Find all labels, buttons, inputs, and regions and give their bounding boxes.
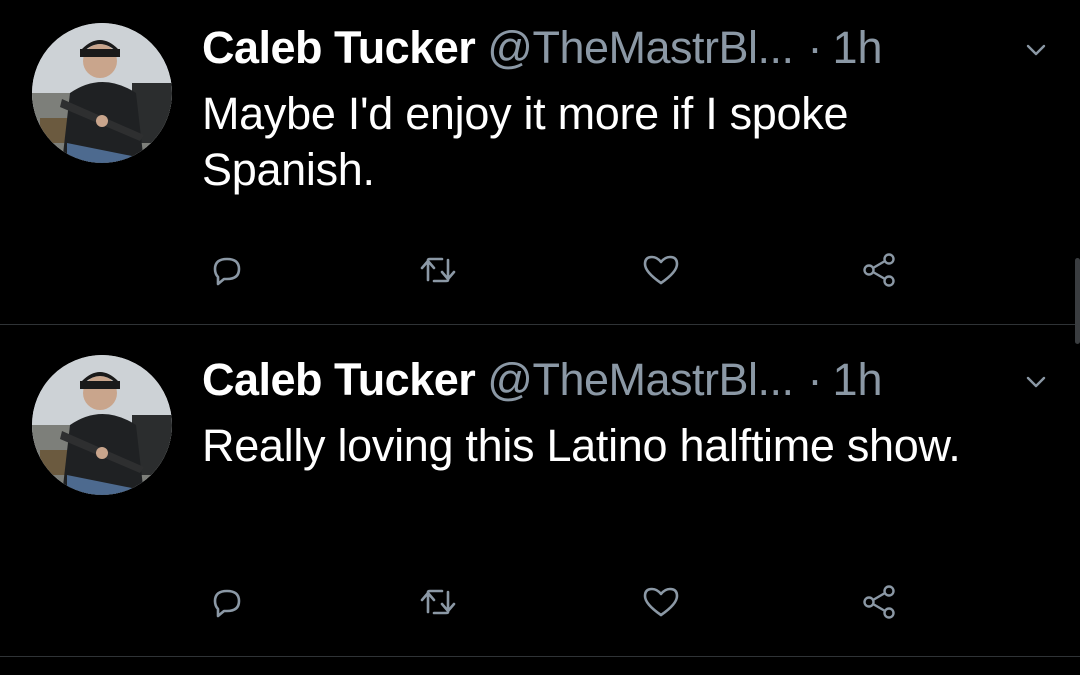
reply-button[interactable] [205, 584, 249, 624]
share-icon [857, 582, 901, 627]
like-button[interactable] [639, 584, 683, 624]
tweet-text: Really loving this Latino halftime show. [202, 420, 961, 471]
reply-icon [207, 250, 247, 295]
user-handle[interactable]: @TheMastrBl... [487, 22, 794, 74]
separator-dot: · [807, 354, 823, 405]
retweet-button[interactable] [416, 584, 460, 624]
share-icon [857, 250, 901, 295]
timestamp[interactable]: 1h [833, 354, 883, 406]
like-icon [639, 250, 683, 295]
tweet[interactable]: Caleb Tucker @TheMastrBl... · 1h Maybe I… [0, 0, 1080, 324]
reply-button[interactable] [205, 252, 249, 292]
avatar[interactable] [32, 23, 172, 163]
display-name[interactable]: Caleb Tucker [202, 354, 476, 406]
timestamp[interactable]: 1h [833, 22, 883, 74]
tweet-divider [0, 324, 1080, 325]
share-button[interactable] [857, 252, 901, 292]
separator-dot: · [807, 22, 823, 73]
like-button[interactable] [639, 252, 683, 292]
retweet-button[interactable] [416, 252, 460, 292]
chevron-down-icon[interactable] [1024, 38, 1048, 62]
avatar[interactable] [32, 355, 172, 495]
tweet-header: Caleb Tucker @TheMastrBl... · 1h [202, 22, 883, 74]
tweet-text: Maybe I'd enjoy it more if I spoke Spani… [202, 88, 849, 195]
like-icon [639, 582, 683, 627]
tweet[interactable]: Caleb Tucker @TheMastrBl... · 1h Really … [0, 332, 1080, 656]
tweet-header: Caleb Tucker @TheMastrBl... · 1h [202, 354, 883, 406]
share-button[interactable] [857, 584, 901, 624]
retweet-icon [416, 250, 460, 295]
display-name[interactable]: Caleb Tucker [202, 22, 476, 74]
retweet-icon [416, 582, 460, 627]
user-handle[interactable]: @TheMastrBl... [487, 354, 794, 406]
tweet-divider [0, 656, 1080, 657]
chevron-down-icon[interactable] [1024, 370, 1048, 394]
reply-icon [207, 582, 247, 627]
